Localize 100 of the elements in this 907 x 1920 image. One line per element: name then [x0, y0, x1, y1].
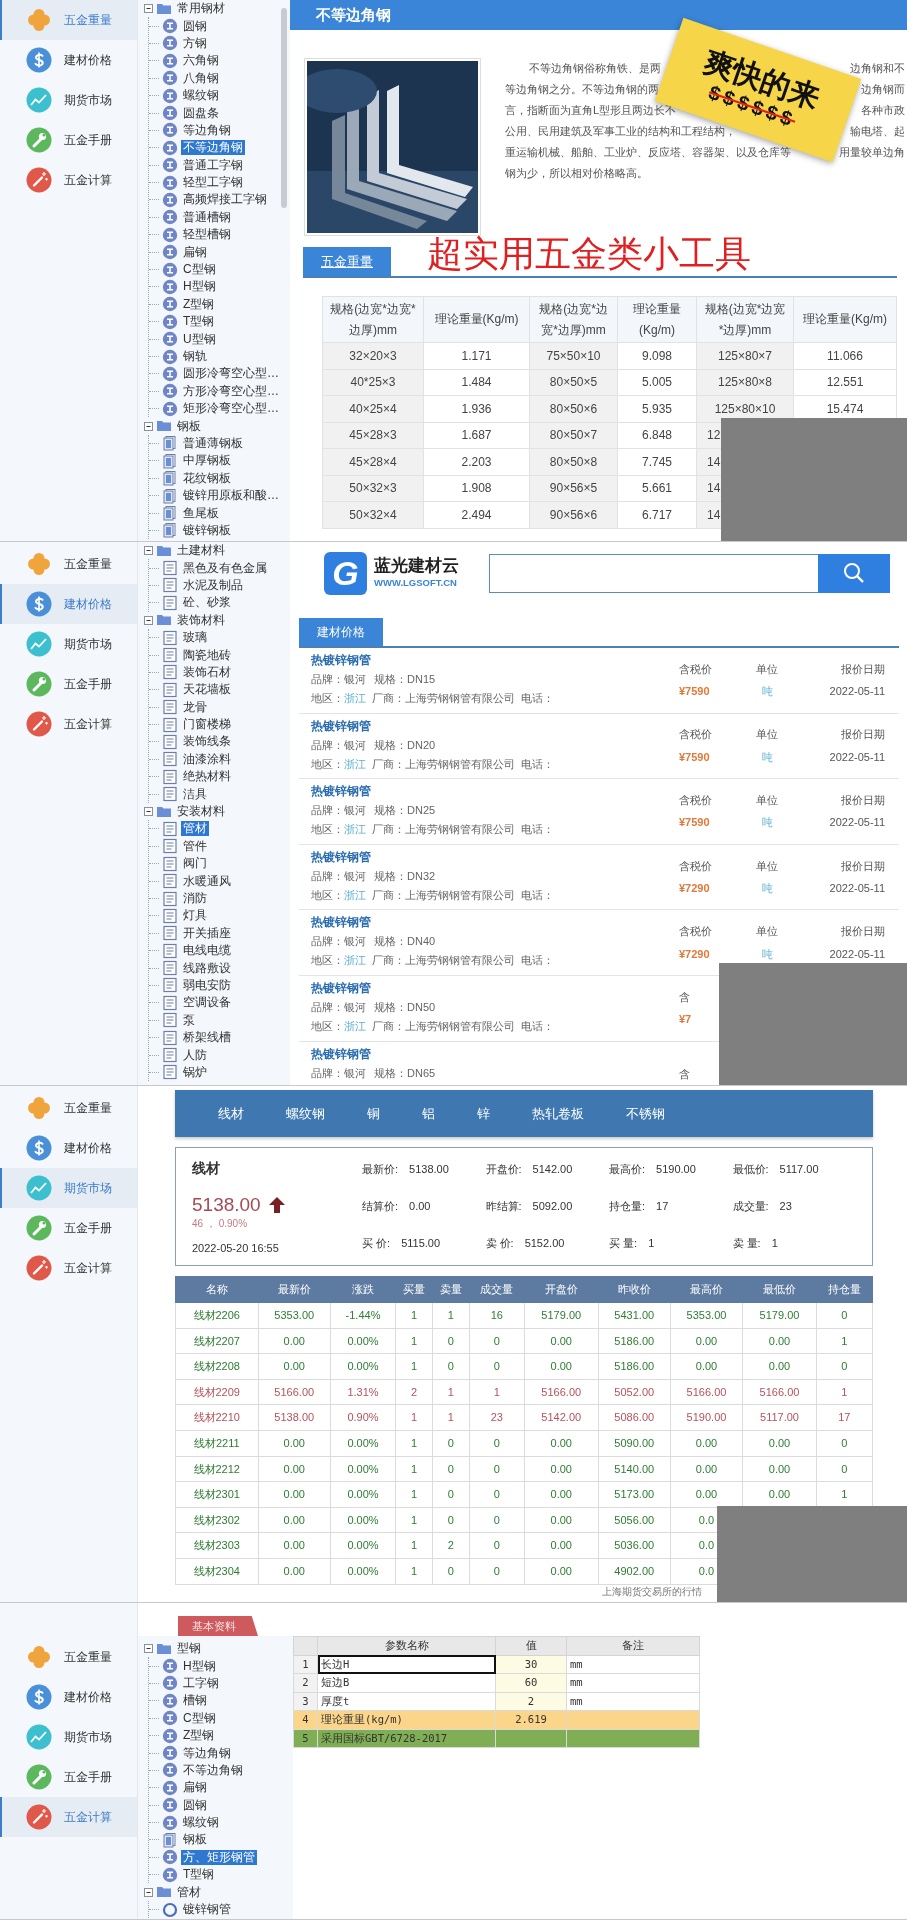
- tree-item[interactable]: 锅炉: [181, 1064, 209, 1080]
- tree-item[interactable]: 螺纹钢: [181, 1815, 221, 1831]
- tree-item[interactable]: 钢轨: [181, 349, 209, 364]
- tree-item[interactable]: 玻璃: [181, 630, 209, 646]
- tree-item[interactable]: 普通薄钢板: [181, 435, 245, 451]
- tree-item[interactable]: 土建材料: [175, 543, 227, 559]
- tree-item[interactable]: 阀门: [181, 856, 209, 872]
- tree-item[interactable]: 等边角钢: [181, 1745, 233, 1761]
- sidebar-item[interactable]: 五金计算: [0, 1248, 137, 1288]
- sidebar-item[interactable]: 五金计算: [0, 160, 137, 200]
- sidebar-item[interactable]: 五金重量: [0, 1637, 137, 1677]
- product-title[interactable]: 热镀锌钢管: [311, 782, 371, 802]
- tree-item[interactable]: Z型钢: [181, 1728, 217, 1744]
- sidebar-item[interactable]: 建材价格: [0, 40, 137, 80]
- tree-item[interactable]: 八角钢: [181, 70, 221, 86]
- tree-item[interactable]: 黑色及有色金属: [181, 560, 269, 576]
- product-title[interactable]: 热镀锌钢管: [311, 1044, 371, 1064]
- tree-item[interactable]: 方、矩形钢管: [181, 1849, 257, 1865]
- sidebar-item[interactable]: 建材价格: [0, 1128, 137, 1168]
- tree-item[interactable]: 圆形冷弯空心型…: [181, 366, 281, 382]
- tree-item[interactable]: 水暖通风: [181, 873, 233, 889]
- sidebar-item[interactable]: 期货市场: [0, 1168, 137, 1208]
- sidebar-item[interactable]: 五金手册: [0, 664, 137, 704]
- sidebar-item[interactable]: 五金手册: [0, 1757, 137, 1797]
- tree-item[interactable]: 不等边角钢: [181, 1762, 245, 1778]
- tree-item[interactable]: 空调设备: [181, 995, 233, 1011]
- tree-item[interactable]: 高频焊接工字钢: [181, 192, 269, 208]
- tab[interactable]: 锌: [456, 1103, 511, 1124]
- collapse-icon[interactable]: [144, 807, 153, 817]
- tree-item[interactable]: 花纹钢板: [181, 470, 233, 486]
- collapse-icon[interactable]: [144, 421, 153, 431]
- tree-item[interactable]: 等边角钢: [181, 122, 233, 138]
- tree-item[interactable]: 洁具: [181, 786, 209, 802]
- product-title[interactable]: 热镀锌钢管: [311, 847, 371, 867]
- collapse-icon[interactable]: [144, 4, 153, 14]
- tree-item[interactable]: 泵: [181, 1012, 197, 1028]
- tree-item[interactable]: 扁钢: [181, 1780, 209, 1796]
- tree-item[interactable]: 普通槽钢: [181, 209, 233, 225]
- tree-item[interactable]: 钢板: [175, 418, 203, 434]
- product-title[interactable]: 热镀锌钢管: [311, 716, 371, 736]
- sidebar-item[interactable]: 建材价格: [0, 1677, 137, 1717]
- search-field[interactable]: [489, 553, 818, 593]
- tree-item[interactable]: 管材: [181, 821, 209, 837]
- table-cell[interactable]: 厚度t: [317, 1692, 496, 1711]
- tree-item[interactable]: 扁钢: [181, 244, 209, 260]
- tree-item[interactable]: 槽钢: [181, 1693, 209, 1709]
- tree-item[interactable]: T型钢: [181, 1867, 217, 1883]
- tree-item[interactable]: 方形冷弯空心型…: [181, 383, 281, 399]
- tab[interactable]: 不锈钢: [605, 1103, 686, 1124]
- tree-item[interactable]: 绝热材料: [181, 769, 233, 785]
- tree-item[interactable]: C型钢: [181, 1710, 218, 1726]
- tree-item[interactable]: 人防: [181, 1047, 209, 1063]
- table-cell[interactable]: 长边H: [317, 1655, 496, 1674]
- tree-item[interactable]: 矩形冷弯空心型…: [181, 401, 281, 417]
- tree-item[interactable]: 天花墙板: [181, 682, 233, 698]
- tree-item[interactable]: 普通工字钢: [181, 157, 245, 173]
- scrollbar[interactable]: [281, 8, 287, 208]
- search-button[interactable]: [818, 553, 890, 593]
- tab[interactable]: 铜: [346, 1103, 401, 1124]
- tree-item[interactable]: 鱼尾板: [181, 505, 221, 521]
- tree-item[interactable]: 钢板: [181, 1832, 209, 1848]
- sidebar-item[interactable]: 期货市场: [0, 80, 137, 120]
- tree-item[interactable]: 管材: [175, 1884, 203, 1900]
- product-title[interactable]: 热镀锌钢管: [311, 978, 371, 998]
- collapse-icon[interactable]: [144, 1644, 153, 1654]
- tree-item[interactable]: 轻型工字钢: [181, 175, 245, 191]
- product-title[interactable]: 热镀锌钢管: [311, 651, 371, 670]
- tree-item[interactable]: 灯具: [181, 908, 209, 924]
- tree-item[interactable]: 型钢: [175, 1641, 203, 1657]
- sidebar-item[interactable]: 五金重量: [0, 0, 137, 40]
- tree-item[interactable]: 圆钢: [181, 1797, 209, 1813]
- tree-item[interactable]: 油漆涂料: [181, 751, 233, 767]
- tree-item[interactable]: 轻型槽钢: [181, 227, 233, 243]
- tree-item[interactable]: H型钢: [181, 279, 218, 295]
- tree-item[interactable]: 龙骨: [181, 699, 209, 715]
- collapse-icon[interactable]: [144, 1887, 153, 1897]
- tree-item[interactable]: 安装材料: [175, 804, 227, 820]
- tree-item[interactable]: 电线电缆: [181, 943, 233, 959]
- tree-item[interactable]: 工字钢: [181, 1675, 221, 1691]
- tree-item[interactable]: 螺纹钢: [181, 88, 221, 104]
- tab[interactable]: 线材: [197, 1103, 265, 1124]
- sidebar-item[interactable]: 五金手册: [0, 1208, 137, 1248]
- tree-item[interactable]: 开关插座: [181, 925, 233, 941]
- tree-item[interactable]: 消防: [181, 891, 209, 906]
- tab[interactable]: 螺纹钢: [265, 1103, 346, 1124]
- tree-item[interactable]: T型钢: [181, 314, 217, 330]
- sidebar-item[interactable]: 五金计算: [0, 704, 137, 744]
- tree-item[interactable]: 圆钢: [181, 18, 209, 34]
- sidebar-item[interactable]: 期货市场: [0, 624, 137, 664]
- tree-item[interactable]: H型钢: [181, 1658, 218, 1674]
- tab[interactable]: 热轧卷板: [511, 1103, 605, 1124]
- tree-item[interactable]: 装饰材料: [175, 612, 227, 628]
- tab[interactable]: 铝: [401, 1103, 456, 1124]
- section-tab[interactable]: 建材价格: [299, 618, 383, 646]
- section-tab[interactable]: 五金重量: [303, 246, 391, 276]
- sidebar-item[interactable]: 五金手册: [0, 120, 137, 160]
- tree-item[interactable]: Z型钢: [181, 296, 217, 312]
- sidebar-item[interactable]: 建材价格: [0, 584, 137, 624]
- tree-item[interactable]: 六角钢: [181, 53, 221, 69]
- tree-item[interactable]: U型钢: [181, 331, 218, 347]
